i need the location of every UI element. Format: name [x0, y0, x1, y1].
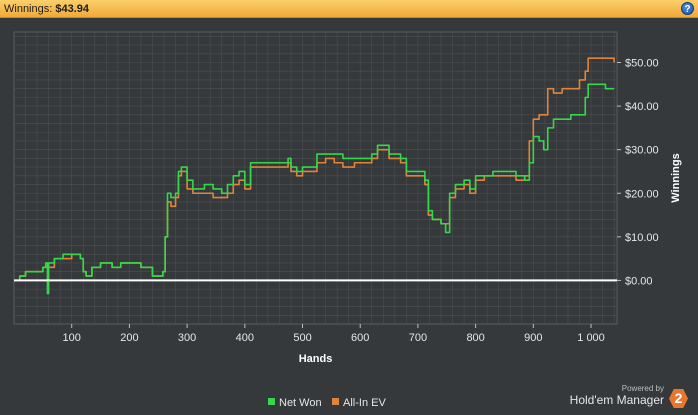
x-tick-label: 300 — [178, 332, 196, 344]
legend-swatch — [268, 398, 275, 405]
brand-block: Powered by Hold'em Manager — [570, 384, 664, 407]
legend-label: All-In EV — [343, 397, 386, 409]
winnings-label: Winnings: $43.94 — [4, 3, 90, 15]
x-axis: 100 200 300 400 500 600 700 800 900 1 000 — [63, 324, 605, 344]
y-tick-label: $50.00 — [625, 58, 659, 70]
y-tick-label: $10.00 — [625, 232, 659, 244]
legend-label: Net Won — [279, 397, 322, 409]
x-tick-label: 200 — [120, 332, 138, 344]
y-axis: $0.00 $10.00 $20.00 $30.00 $40.00 $50.00 — [617, 58, 659, 287]
header-bar: Winnings: $43.94 ? — [0, 0, 698, 18]
winnings-value: $43.94 — [55, 3, 90, 15]
winnings-chart: 100 200 300 400 500 600 700 800 900 1 000 $0.00 $1… — [13, 31, 682, 409]
powered-by-text: Powered by — [621, 384, 664, 393]
x-axis-title: Hands — [299, 353, 333, 365]
help-icon[interactable]: ? — [681, 2, 694, 15]
y-tick-label: $30.00 — [625, 145, 659, 157]
x-tick-label: 900 — [524, 332, 542, 344]
x-tick-label: 600 — [351, 332, 369, 344]
x-tick-label: 500 — [293, 332, 311, 344]
y-tick-label: $0.00 — [625, 275, 653, 287]
y-tick-label: $20.00 — [625, 188, 659, 200]
y-axis-title: Winnings — [670, 153, 682, 202]
x-tick-label: 1 000 — [577, 332, 605, 344]
brand-name: Hold'em Manager — [569, 393, 664, 407]
y-tick-label: $40.00 — [625, 101, 659, 113]
legend-swatch — [332, 398, 339, 405]
x-tick-label: 100 — [63, 332, 81, 344]
legend: Net Won All-In EV — [268, 397, 386, 409]
x-tick-label: 800 — [466, 332, 484, 344]
x-tick-label: 400 — [236, 332, 254, 344]
x-tick-label: 700 — [409, 332, 427, 344]
